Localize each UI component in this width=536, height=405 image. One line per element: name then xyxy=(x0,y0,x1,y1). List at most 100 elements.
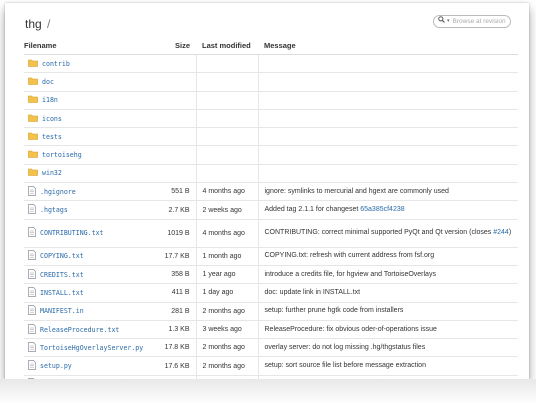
file-icon xyxy=(28,250,36,262)
size-cell: 281 B xyxy=(147,302,197,321)
commit-message-end: ) xyxy=(508,229,512,237)
commit-message: ignore: symlinks to mercurial and hgext … xyxy=(264,187,449,195)
file-link[interactable]: setup.py xyxy=(40,362,72,370)
message-cell: CONTRIBUTING: correct minimal supported … xyxy=(257,219,518,248)
filename-cell: CREDITS.txt xyxy=(24,265,147,285)
changeset-link[interactable]: 65a385cf4238 xyxy=(360,206,404,213)
size-cell xyxy=(147,72,197,92)
size-cell: 1.3 KB xyxy=(147,320,197,340)
folder-link[interactable]: i18n xyxy=(42,96,58,104)
modified-cell xyxy=(196,109,258,129)
size-cell xyxy=(147,91,197,110)
message-cell xyxy=(257,72,518,92)
file-table: Filename Size Last modified Message cont… xyxy=(24,36,518,379)
file-link[interactable]: TortoiseHgOverlayServer.py xyxy=(40,344,143,352)
message-cell xyxy=(257,164,518,184)
commit-message: ReleaseProcedure: fix obvious oder-of-op… xyxy=(264,325,437,333)
filename-cell: MANIFEST.in xyxy=(24,302,147,321)
file-row[interactable]: ReleaseProcedure.txt 1.3 KB 3 weeks ago Rel… xyxy=(24,320,518,340)
modified-cell xyxy=(196,164,258,184)
size-cell xyxy=(147,127,197,147)
column-header-size[interactable]: Size xyxy=(147,36,196,55)
file-link[interactable]: MANIFEST.in xyxy=(40,307,84,315)
message-cell: overlay server: do not log missing .hg/t… xyxy=(257,338,518,358)
file-link[interactable]: COPYING.txt xyxy=(40,252,84,260)
modified-cell xyxy=(196,91,258,110)
file-row[interactable]: MANIFEST.in 281 B2 months ago setup: furth… xyxy=(24,302,518,321)
folder-link[interactable]: tests xyxy=(42,133,62,141)
file-link[interactable]: .hgtags xyxy=(40,206,68,214)
size-cell xyxy=(147,164,197,184)
folder-link[interactable]: icons xyxy=(42,115,62,123)
file-link[interactable]: INSTALL.txt xyxy=(40,289,84,297)
modified-cell: 1 day ago xyxy=(196,283,258,303)
repo-breadcrumb: thg / xyxy=(25,17,50,31)
folder-row[interactable]: tests xyxy=(24,127,518,147)
folder-row[interactable]: contrib xyxy=(24,54,518,74)
file-row[interactable]: INSTALL.txt 411 B1 day ago doc: update lin… xyxy=(24,283,518,303)
filename-cell: COPYING.txt xyxy=(24,247,147,266)
filename-cell: doc xyxy=(24,72,147,92)
message-cell: ReleaseProcedure: fix obvious oder-of-op… xyxy=(257,320,518,340)
file-icon xyxy=(28,287,36,299)
file-browser-panel: thg / ▾ Browse at revision Filename Size… xyxy=(5,3,529,379)
repo-name-link[interactable]: thg xyxy=(25,17,42,31)
file-row[interactable]: CONTRIBUTING.txt 1019 B4 months ago CONTRI… xyxy=(24,219,518,248)
changeset-link[interactable]: #244 xyxy=(493,229,509,236)
commit-message: setup: further prune hgtk code from inst… xyxy=(264,307,404,315)
modified-cell: 1 month ago xyxy=(196,247,258,266)
file-row[interactable]: CREDITS.txt 358 B1 year ago introduce a cr… xyxy=(24,265,518,285)
folder-row[interactable]: tortoisehg xyxy=(24,145,518,165)
column-header-message[interactable]: Message xyxy=(258,36,518,55)
file-row[interactable]: TortoiseHgOverlayServer.py 17.8 KB 2 month… xyxy=(24,338,518,358)
column-header-modified[interactable]: Last modified xyxy=(196,36,258,55)
file-icon xyxy=(28,185,36,198)
size-cell xyxy=(147,145,197,165)
commit-message: doc: update link in INSTALL.txt xyxy=(264,288,361,296)
folder-link[interactable]: tortoisehg xyxy=(42,151,82,159)
file-icon xyxy=(28,305,36,317)
file-link[interactable]: CREDITS.txt xyxy=(40,271,84,279)
file-link[interactable]: .hgignore xyxy=(40,188,76,196)
file-row[interactable]: .hgtags 2.7 KB 2 weeks ago Added tag 2.1.1 … xyxy=(24,200,518,220)
breadcrumb-separator: / xyxy=(47,17,51,31)
modified-cell: 2 months ago xyxy=(196,302,258,321)
file-row[interactable]: setup.py 17.6 KB 2 months ago setup: sort s… xyxy=(24,356,518,376)
column-header-filename[interactable]: Filename xyxy=(24,36,147,55)
size-cell xyxy=(147,109,197,129)
filename-cell: CONTRIBUTING.txt xyxy=(24,219,147,248)
search-icon xyxy=(438,16,445,27)
modified-cell xyxy=(196,54,258,74)
folder-row[interactable]: doc xyxy=(24,72,518,92)
folder-link[interactable]: contrib xyxy=(42,60,70,68)
commit-message: introduce a credits file, for hgview and… xyxy=(264,270,436,278)
filename-cell: win32 xyxy=(24,164,147,184)
file-row[interactable]: .hgignore 551 B4 months ago ignore: symlin… xyxy=(24,182,518,202)
modified-cell: 4 months ago xyxy=(196,219,258,248)
message-cell xyxy=(257,145,518,165)
folder-link[interactable]: doc xyxy=(42,78,54,86)
chevron-down-icon: ▾ xyxy=(447,18,450,24)
size-cell: 551 B xyxy=(147,182,197,202)
folder-row[interactable]: icons xyxy=(24,109,518,129)
folder-link[interactable]: win32 xyxy=(42,169,62,177)
folder-row[interactable]: i18n xyxy=(24,91,518,110)
browse-revision-input[interactable]: ▾ Browse at revision xyxy=(433,15,511,28)
message-cell: setup: further prune hgtk code from inst… xyxy=(257,302,518,321)
filename-cell: tortoisehg xyxy=(24,145,147,165)
message-cell: Added tag 2.1.1 for changeset 65a385cf42… xyxy=(257,200,518,220)
folder-icon xyxy=(28,114,38,124)
modified-cell: 1 year ago xyxy=(196,265,258,285)
search-placeholder: Browse at revision xyxy=(452,18,506,25)
filename-cell: TortoiseHgOverlayServer.py xyxy=(24,338,147,358)
folder-row[interactable]: win32 xyxy=(24,164,518,184)
file-link[interactable]: ReleaseProcedure.txt xyxy=(40,326,119,334)
filename-cell: i18n xyxy=(24,91,147,110)
folder-icon xyxy=(28,95,38,105)
size-cell: 358 B xyxy=(147,265,197,285)
filename-cell: setup.py xyxy=(24,356,147,376)
file-icon xyxy=(28,268,36,281)
file-link[interactable]: CONTRIBUTING.txt xyxy=(40,229,104,237)
file-row[interactable]: COPYING.txt 17.7 KB 1 month ago COPYING.txt… xyxy=(24,247,518,266)
size-cell xyxy=(147,54,197,74)
